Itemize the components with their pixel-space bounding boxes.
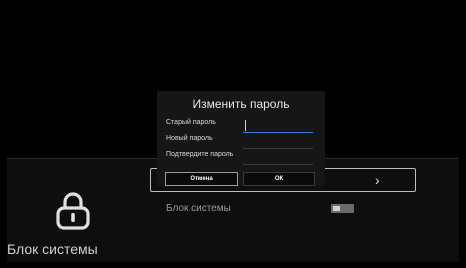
old-password-field[interactable]	[243, 132, 313, 133]
lock-icon	[56, 192, 90, 230]
toggle-knob	[333, 206, 340, 211]
confirm-password-label: Подтвердите пароль	[166, 151, 234, 158]
section-title: Блок системы	[7, 241, 98, 257]
dialog-title: Изменить пароль	[192, 97, 290, 111]
change-password-dialog: Изменить пароль Старый пароль Новый паро…	[157, 91, 325, 186]
system-lock-toggle[interactable]	[331, 204, 354, 213]
cancel-button[interactable]: Отмена	[165, 172, 238, 186]
confirm-password-field[interactable]	[243, 164, 313, 165]
new-password-label: Новый пароль	[166, 135, 213, 142]
chevron-right-icon: ›	[375, 172, 380, 188]
system-lock-label: Блок системы	[166, 203, 231, 214]
ok-button[interactable]: ОК	[243, 172, 315, 186]
text-caret	[245, 120, 246, 131]
new-password-field[interactable]	[243, 148, 313, 149]
tv-screen: Блок системы › Блок системы Изменить пар…	[7, 8, 459, 262]
old-password-label: Старый пароль	[166, 119, 216, 126]
